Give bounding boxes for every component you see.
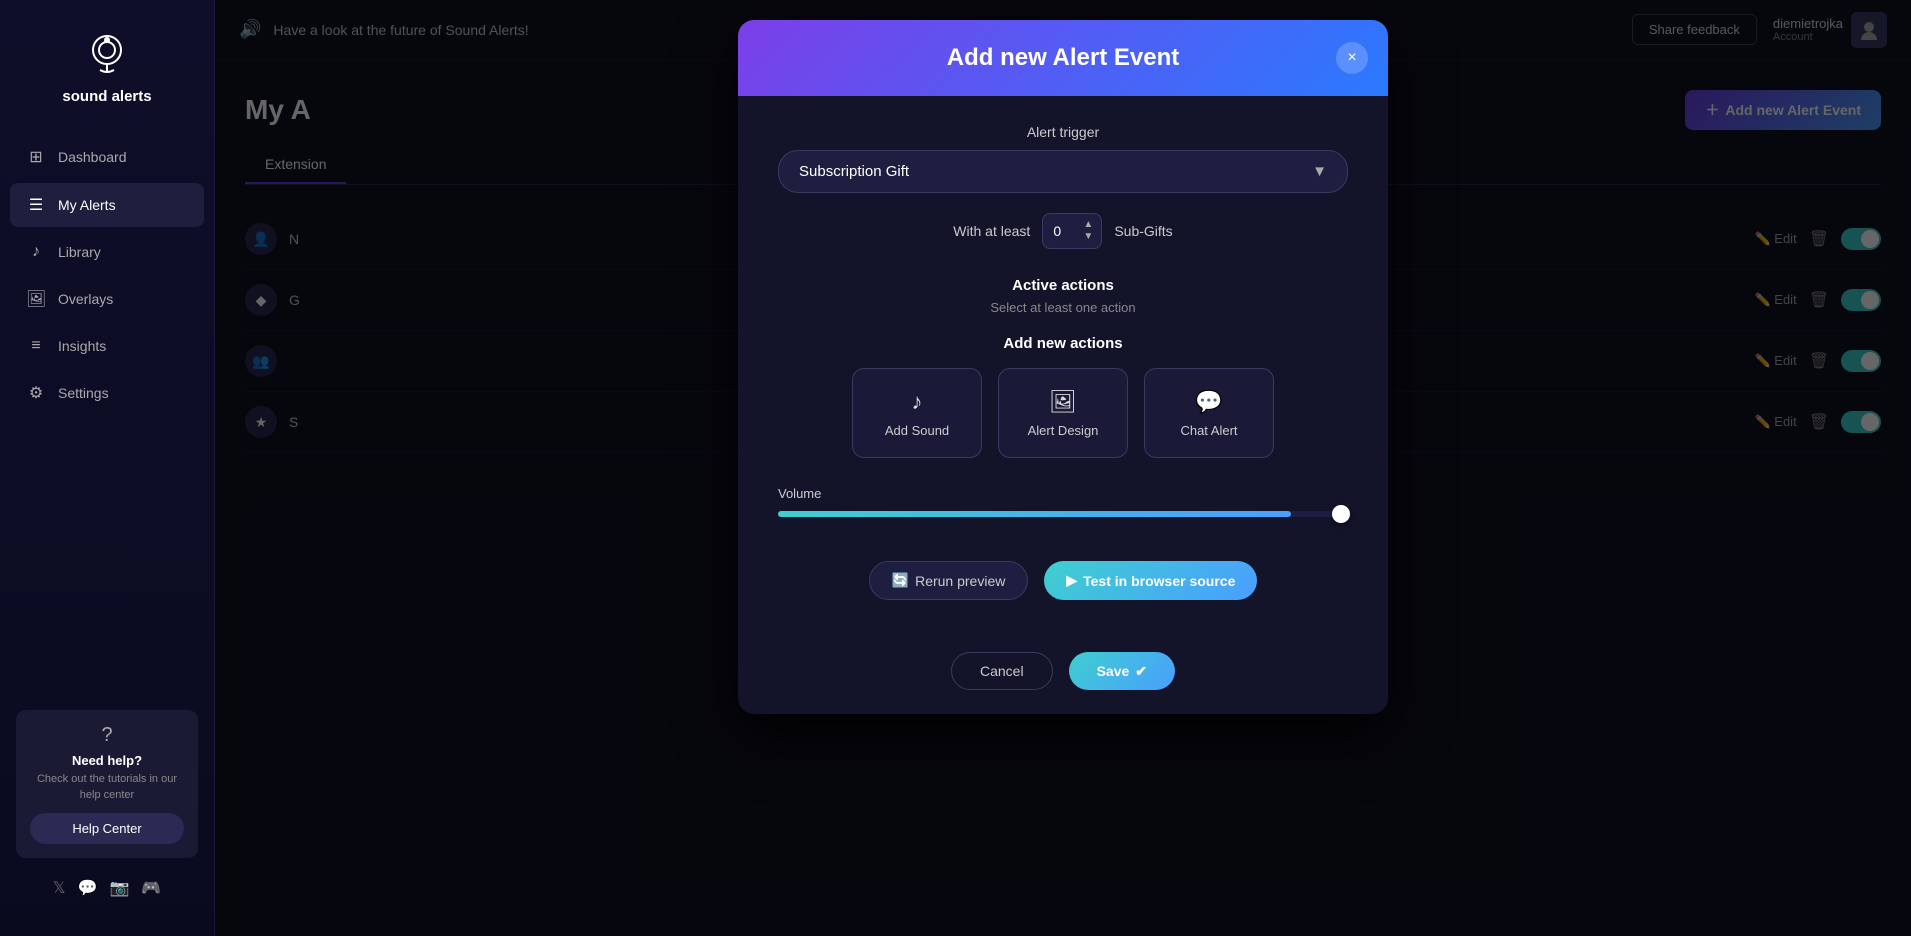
sidebar-item-label: Library — [58, 244, 101, 260]
with-at-least-label: With at least — [953, 223, 1030, 239]
sidebar-item-label: Dashboard — [58, 149, 127, 165]
modal-actions: 🔄 Rerun preview ▶ Test in browser source — [778, 545, 1348, 608]
list-icon: ☰ — [26, 195, 46, 215]
volume-slider-fill — [778, 511, 1291, 517]
discord-icon[interactable]: 💬 — [78, 878, 98, 898]
active-actions-label: Active actions — [778, 277, 1348, 294]
logo-area: sound alerts — [0, 20, 214, 135]
alert-trigger-dropdown[interactable]: Subscription Gift ▼ — [778, 150, 1348, 193]
sub-gifts-label: Sub-Gifts — [1114, 223, 1172, 239]
rerun-preview-button[interactable]: 🔄 Rerun preview — [869, 561, 1029, 600]
number-spinners: ▲ ▼ — [1083, 220, 1093, 242]
dashboard-icon: ⊞ — [26, 147, 46, 167]
twitter-icon[interactable]: 𝕏 — [53, 878, 66, 898]
refresh-icon: 🔄 — [892, 572, 909, 589]
checkmark-icon: ✔ — [1135, 663, 1147, 680]
help-icon: ? — [30, 724, 184, 747]
chat-alert-card[interactable]: 💬 Chat Alert — [1144, 368, 1274, 458]
music-icon: ♪ — [26, 243, 46, 261]
add-sound-label: Add Sound — [885, 423, 949, 438]
alert-design-label: Alert Design — [1028, 423, 1099, 438]
logo-icon — [82, 30, 132, 80]
increment-button[interactable]: ▲ — [1083, 220, 1093, 230]
alert-trigger-label: Alert trigger — [778, 124, 1348, 140]
decrement-button[interactable]: ▼ — [1083, 232, 1093, 242]
sidebar-item-insights[interactable]: ≡ Insights — [10, 325, 204, 367]
sidebar-item-dashboard[interactable]: ⊞ Dashboard — [10, 135, 204, 179]
sidebar-item-label: Settings — [58, 385, 109, 401]
settings-icon: ⚙ — [26, 383, 46, 403]
add-new-actions-label: Add new actions — [778, 335, 1348, 352]
add-alert-event-modal: Add new Alert Event × Alert trigger Subs… — [738, 20, 1388, 714]
image-icon: 🖼 — [1049, 389, 1077, 415]
sidebar-item-library[interactable]: ♪ Library — [10, 231, 204, 273]
overlays-icon: 🖼 — [26, 289, 46, 309]
help-title: Need help? — [30, 753, 184, 768]
select-action-hint: Select at least one action — [778, 300, 1348, 315]
chat-alert-label: Chat Alert — [1180, 423, 1237, 438]
instagram-icon[interactable]: 📷 — [109, 878, 129, 898]
action-cards: ♪ Add Sound 🖼 Alert Design 💬 Chat Alert — [778, 368, 1348, 458]
volume-label: Volume — [778, 486, 1348, 501]
modal-title: Add new Alert Event — [947, 44, 1179, 72]
cancel-button[interactable]: Cancel — [951, 652, 1053, 690]
volume-slider-thumb — [1332, 505, 1350, 523]
sidebar-item-overlays[interactable]: 🖼 Overlays — [10, 277, 204, 321]
modal-close-button[interactable]: × — [1336, 42, 1368, 74]
alert-design-card[interactable]: 🖼 Alert Design — [998, 368, 1128, 458]
play-icon: ▶ — [1066, 572, 1077, 589]
test-browser-source-button[interactable]: ▶ Test in browser source — [1044, 561, 1257, 600]
sidebar-item-label: Insights — [58, 338, 106, 354]
save-button[interactable]: Save ✔ — [1069, 652, 1175, 690]
sub-gifts-number-input[interactable]: ▲ ▼ — [1042, 213, 1102, 249]
app-name: sound alerts — [62, 88, 151, 105]
dropdown-value: Subscription Gift — [799, 163, 909, 180]
sidebar: sound alerts ⊞ Dashboard ☰ My Alerts ♪ L… — [0, 0, 215, 936]
sidebar-item-label: My Alerts — [58, 197, 116, 213]
volume-section: Volume — [778, 486, 1348, 517]
chevron-down-icon: ▼ — [1312, 163, 1327, 180]
modal-header: Add new Alert Event × — [738, 20, 1388, 96]
sidebar-bottom: ? Need help? Check out the tutorials in … — [0, 700, 214, 916]
modal-body: Alert trigger Subscription Gift ▼ With a… — [738, 96, 1388, 636]
help-center-button[interactable]: Help Center — [30, 813, 184, 844]
insights-icon: ≡ — [26, 337, 46, 355]
sidebar-item-label: Overlays — [58, 291, 113, 307]
modal-backdrop: Add new Alert Event × Alert trigger Subs… — [215, 0, 1911, 936]
sidebar-item-my-alerts[interactable]: ☰ My Alerts — [10, 183, 204, 227]
help-box: ? Need help? Check out the tutorials in … — [16, 710, 198, 858]
chat-icon: 💬 — [1195, 389, 1222, 415]
add-sound-card[interactable]: ♪ Add Sound — [852, 368, 982, 458]
volume-slider-track — [778, 511, 1348, 517]
sidebar-item-settings[interactable]: ⚙ Settings — [10, 371, 204, 415]
sub-gifts-input[interactable] — [1053, 223, 1083, 239]
nav-items: ⊞ Dashboard ☰ My Alerts ♪ Library 🖼 Over… — [0, 135, 214, 700]
main-content: 🔊 Have a look at the future of Sound Ale… — [215, 0, 1911, 936]
twitch-icon[interactable]: 🎮 — [141, 878, 161, 898]
social-icons: 𝕏 💬 📷 🎮 — [16, 870, 198, 906]
modal-footer: Cancel Save ✔ — [738, 636, 1388, 714]
sub-gifts-row: With at least ▲ ▼ Sub-Gifts — [778, 213, 1348, 249]
music-note-icon: ♪ — [912, 389, 923, 415]
help-subtitle: Check out the tutorials in our help cent… — [30, 772, 184, 803]
